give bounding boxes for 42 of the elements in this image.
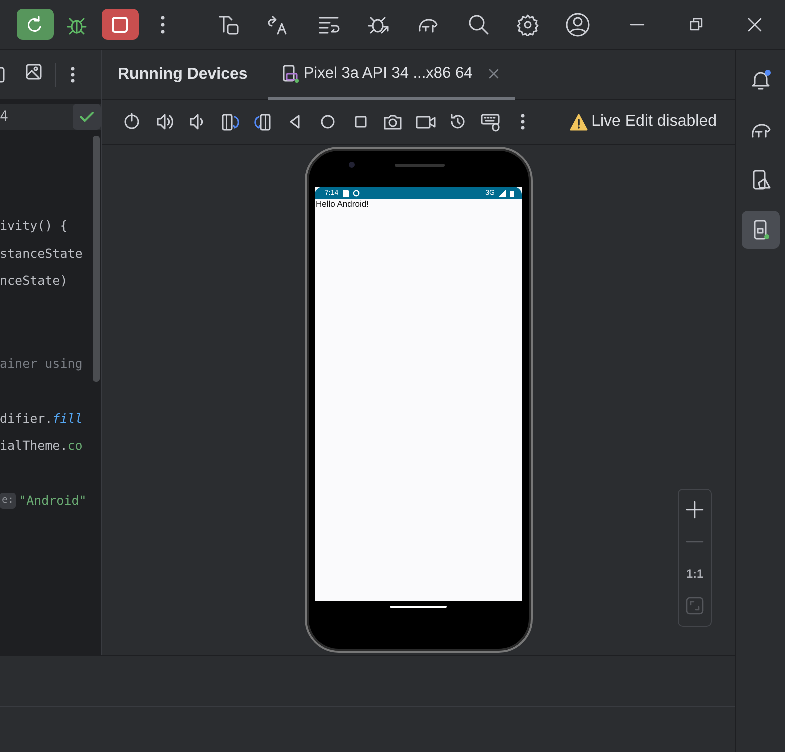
stop-button[interactable] <box>102 9 138 40</box>
screen-text: Hello Android! <box>315 199 370 210</box>
keyboard-icon[interactable] <box>480 112 501 132</box>
signal-icon <box>499 190 506 196</box>
code-line: nceState) <box>0 273 68 288</box>
gutter-text: 4 <box>0 109 8 125</box>
camera-dot <box>348 162 354 168</box>
no-problems-indicator[interactable] <box>73 104 101 130</box>
rerun-button[interactable] <box>16 9 54 40</box>
code-line: e: "Android" <box>0 492 87 509</box>
stop-icon <box>110 14 130 34</box>
speaker-grille <box>394 164 444 167</box>
code-line: ialTheme.co <box>0 438 83 454</box>
panel-title: Running Devices <box>117 64 248 84</box>
code-line: difier.fill <box>0 410 83 426</box>
live-edit-status[interactable]: Live Edit disabled <box>592 113 717 131</box>
zoom-in-icon[interactable] <box>686 501 704 519</box>
code-line: stanceState <box>0 246 83 261</box>
code-line: ivity() { <box>0 218 68 234</box>
device-icon <box>282 64 300 82</box>
sync-icon <box>352 190 360 196</box>
more-icon[interactable] <box>70 66 76 84</box>
close-tab-icon[interactable] <box>486 66 501 80</box>
image-icon[interactable] <box>25 63 43 81</box>
account-icon[interactable] <box>566 12 590 36</box>
sd-card-icon <box>342 190 349 196</box>
panel-icon[interactable] <box>0 66 8 84</box>
warning-icon <box>570 114 588 130</box>
rotate-left-icon[interactable] <box>220 112 241 132</box>
device-tab[interactable]: Pixel 3a API 34 ...x86 64 <box>268 50 515 100</box>
settings-icon[interactable] <box>517 14 539 36</box>
scrollbar[interactable] <box>93 136 100 382</box>
code-line: ainer using <box>0 356 83 371</box>
rotate-right-icon[interactable] <box>253 112 274 132</box>
search-icon[interactable] <box>468 14 490 36</box>
battery-icon <box>510 190 514 196</box>
volume-up-icon[interactable] <box>156 112 176 132</box>
notifications-icon <box>750 69 772 91</box>
tool-window-button[interactable] <box>742 211 780 249</box>
more-icon[interactable] <box>160 14 166 34</box>
actual-size-button[interactable]: 1:1 <box>686 567 704 581</box>
check-icon <box>79 109 95 125</box>
